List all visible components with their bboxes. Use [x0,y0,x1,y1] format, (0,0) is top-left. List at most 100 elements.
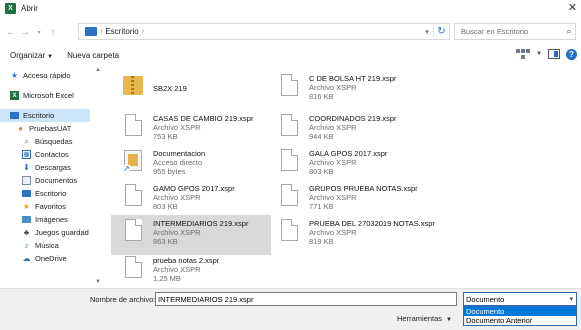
chevron-down-icon[interactable]: ▾ [569,295,573,303]
forward-arrow-icon[interactable]: → [18,25,32,39]
file-item-sb2x-219[interactable]: SB2X 219 [111,70,271,110]
file-item-documentacion[interactable]: Documentacion Acceso directo 955 bytes [111,145,271,185]
filename-input[interactable]: INTERMEDIARIOS 219.xspr [155,292,457,306]
scroll-down-icon[interactable]: ▼ [93,277,103,287]
document-icon [277,180,303,213]
organize-button[interactable]: Organizar ▼ [10,51,53,60]
file-name: PRUEBA DEL 27032019 NOTAS.xspr [309,219,435,228]
file-size: 771 KB [309,202,334,211]
file-item-grupos-prueba-notas[interactable]: GRUPOS PRUEBA NOTAS.xspr Archivo XSPR 77… [267,180,427,220]
desktop-folder-icon [10,112,19,119]
title-bar: X Abrir ✕ [0,0,581,17]
search-icon: ⌕ [24,136,29,146]
sidebar-item-juegos-guardados[interactable]: ♣ Juegos guardad [0,226,100,239]
chevron-right-icon[interactable]: › [142,28,144,35]
search-input[interactable]: Buscar en Escritorio ⌕ [454,23,576,40]
search-icon[interactable]: ⌕ [563,26,575,37]
file-name: COORDINADOS 219.xspr [309,114,397,123]
preview-pane-icon[interactable] [548,49,560,59]
user-icon: ● [18,124,23,133]
file-size: 955 bytes [153,167,186,176]
file-item-coordinados[interactable]: COORDINADOS 219.xspr Archivo XSPR 944 KB [267,110,427,150]
excel-icon: X [10,91,19,100]
sidebar-item-pruebasuat[interactable]: ● PruebasUAT [0,122,100,135]
file-name: C DE BOLSA HT 219.xspr [309,74,397,83]
sidebar-item-label: Microsoft Excel [23,91,74,100]
navigation-bar: ← → ▾ ↑ › Escritorio › ▾ ↻ Buscar en Esc… [0,22,581,42]
breadcrumb-escritorio[interactable]: Escritorio [105,27,138,36]
music-icon: ♪ [24,241,29,250]
sidebar-item-label: Descargas [35,163,71,172]
documents-icon [22,176,31,185]
file-item-prueba-del-27032019[interactable]: PRUEBA DEL 27032019 NOTAS.xspr Archivo X… [267,215,435,255]
desktop-folder-icon [22,190,31,197]
filetype-selected: Documento [466,294,505,304]
tools-button[interactable]: Herramientas ▼ [397,314,452,323]
sidebar-item-descargas[interactable]: ⬇ Descargas [0,161,100,174]
favorites-icon: ★ [22,202,31,211]
sidebar-item-label: Documentos [35,176,78,185]
chevron-right-icon[interactable]: › [100,28,102,35]
onedrive-icon: ☁ [22,254,31,263]
shortcut-icon [121,145,147,178]
filetype-select[interactable]: Documento ▾ [463,292,577,306]
sidebar-item-escritorio-2[interactable]: Escritorio [0,187,100,200]
sidebar-item-label: Juegos guardad [35,228,89,237]
close-icon[interactable]: ✕ [568,1,577,14]
sidebar-item-label: Música [35,241,59,250]
file-item-casas-de-cambio[interactable]: CASAS DE CAMBIO 219.xspr Archivo XSPR 75… [111,110,271,150]
filetype-option-documento[interactable]: Documento [464,307,576,316]
file-name: GRUPOS PRUEBA NOTAS.xspr [309,184,418,193]
new-folder-button[interactable]: Nueva carpeta [67,51,119,60]
sidebar-item-label: Acceso rápido [23,71,71,80]
search-placeholder: Buscar en Escritorio [461,27,529,36]
sidebar-item-label: OneDrive [35,254,67,263]
file-item-gala-gpos[interactable]: GALA GPOS 2017.xspr Archivo XSPR 803 KB [267,145,427,185]
star-icon: ★ [10,71,19,80]
chevron-down-icon[interactable]: ▾ [421,28,433,36]
document-icon [277,70,303,103]
recent-locations-icon[interactable]: ▾ [32,25,46,39]
sidebar-scrollbar[interactable]: ▲ ▼ [93,65,103,287]
chevron-down-icon: ▼ [446,317,452,323]
chevron-down-icon[interactable]: ▼ [536,51,542,57]
refresh-icon[interactable]: ↻ [433,26,449,37]
sidebar-item-escritorio[interactable]: Escritorio [0,109,90,122]
file-item-prueba-notas-2[interactable]: prueba notas 2.xspr Archivo XSPR 1,25 MB [111,252,271,288]
sidebar-item-busquedas[interactable]: ⌕ Búsquedas [0,135,100,148]
sidebar-item-musica[interactable]: ♪ Música [0,239,100,252]
scroll-up-icon[interactable]: ▲ [93,65,103,75]
download-icon: ⬇ [23,163,30,172]
file-item-intermediarios[interactable]: INTERMEDIARIOS 219.xspr Archivo XSPR 863… [111,215,271,255]
sidebar-item-contactos[interactable]: ▦ Contactos [0,148,100,161]
document-icon [121,215,147,248]
chevron-down-icon: ▼ [47,53,54,60]
file-item-gamo-gpos[interactable]: GAMO GPOS 2017.xspr Archivo XSPR 803 KB [111,180,271,220]
sidebar-item-microsoft-excel[interactable]: X Microsoft Excel [0,89,100,102]
file-size: 819 KB [309,237,334,246]
filetype-option-documento-anterior[interactable]: Documento Anterior [464,316,576,325]
sidebar-item-favoritos[interactable]: ★ Favoritos [0,200,100,213]
document-icon [277,215,303,248]
sidebar-item-imagenes[interactable]: Imágenes [0,213,100,226]
sidebar-item-documentos[interactable]: Documentos [0,174,100,187]
file-name: CASAS DE CAMBIO 219.xspr [153,114,254,123]
address-bar[interactable]: › Escritorio › ▾ ↻ [78,23,450,40]
sidebar-item-label: Escritorio [23,111,55,120]
file-type: Archivo XSPR [309,123,357,132]
file-size: 1,25 MB [153,274,181,283]
filename-label: Nombre de archivo: [90,295,156,304]
sidebar-item-onedrive[interactable]: ☁ OneDrive [0,252,100,265]
sidebar-item-label: Búsquedas [35,137,73,146]
window-title: Abrir [21,4,38,13]
file-item-c-de-bolsa[interactable]: C DE BOLSA HT 219.xspr Archivo XSPR 816 … [267,70,427,110]
file-type: Archivo XSPR [309,193,357,202]
back-arrow-icon[interactable]: ← [4,25,18,39]
navigation-pane: ★ Acceso rápido X Microsoft Excel Escrit… [0,65,104,287]
sidebar-item-quick-access[interactable]: ★ Acceso rápido [0,69,100,82]
help-icon[interactable]: ? [566,48,577,60]
change-view-icon[interactable] [516,48,531,60]
file-name: GALA GPOS 2017.xspr [309,149,388,158]
up-arrow-icon[interactable]: ↑ [46,25,60,39]
desktop-folder-icon [85,27,97,36]
